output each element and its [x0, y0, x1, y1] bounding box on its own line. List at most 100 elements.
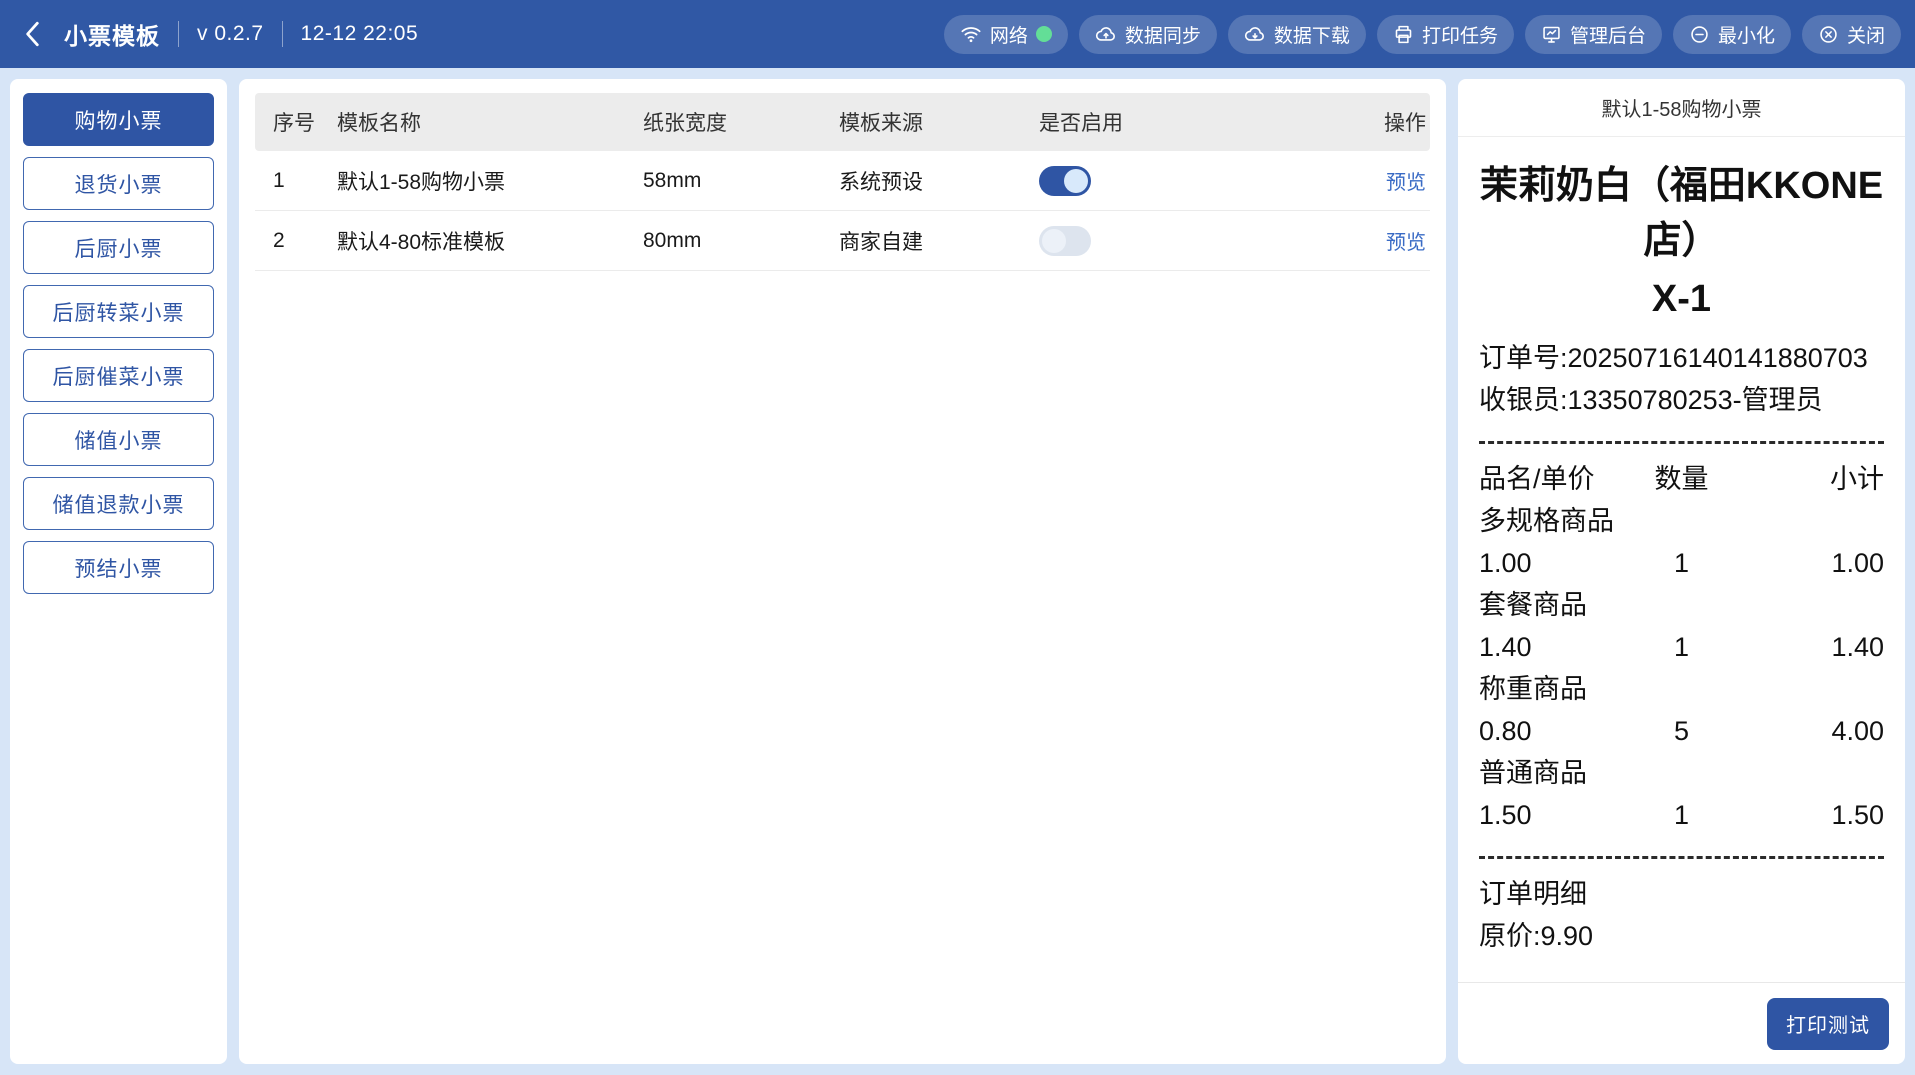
- receipt-item: 多规格商品 1.00 1 1.00: [1479, 500, 1884, 584]
- preview-footer: 打印测试: [1458, 982, 1905, 1064]
- minimize-button[interactable]: 最小化: [1673, 15, 1791, 54]
- template-name: 默认4-80标准模板: [319, 226, 625, 256]
- receipt-store-name: 茉莉奶白（福田KKONE店）: [1479, 159, 1884, 269]
- toggle-knob: [1064, 169, 1088, 193]
- chevron-left-icon: [20, 20, 46, 48]
- col-header-action: 操作: [1340, 107, 1430, 137]
- receipt-item-name: 普通商品: [1479, 752, 1884, 794]
- preview-link[interactable]: 预览: [1386, 232, 1426, 254]
- network-label: 网络: [990, 21, 1028, 48]
- receipt-item: 称重商品 0.80 5 4.00: [1479, 668, 1884, 752]
- paper-width: 80mm: [625, 229, 821, 253]
- receipt-item-qty: 1: [1642, 542, 1722, 584]
- sidebar-item-label: 退货小票: [75, 169, 163, 199]
- wifi-icon: [960, 24, 982, 44]
- receipt-order-no: 订单号:20250716140141880703: [1479, 337, 1884, 379]
- sidebar-item-label: 后厨小票: [75, 233, 163, 263]
- cloud-download-icon: [1244, 24, 1266, 44]
- sidebar-item-label: 预结小票: [75, 553, 163, 583]
- receipt-item: 普通商品 1.50 1 1.50: [1479, 752, 1884, 836]
- template-source: 系统预设: [821, 166, 1021, 196]
- col-header-index: 序号: [255, 107, 319, 137]
- sidebar-item-shopping-receipt[interactable]: 购物小票: [23, 93, 214, 146]
- col-header-name: 模板名称: [319, 107, 625, 137]
- col-header-paper-width: 纸张宽度: [625, 107, 821, 137]
- datetime: 12-12 22:05: [301, 22, 419, 46]
- print-tasks-label: 打印任务: [1422, 21, 1498, 48]
- receipt-item-qty: 1: [1642, 794, 1722, 836]
- sidebar-item-kitchen-rush-receipt[interactable]: 后厨催菜小票: [23, 349, 214, 402]
- close-button[interactable]: 关闭: [1802, 15, 1901, 54]
- row-index: 1: [255, 169, 319, 193]
- sidebar-item-kitchen-transfer-receipt[interactable]: 后厨转菜小票: [23, 285, 214, 338]
- receipt-col-subtotal: 小计: [1722, 458, 1885, 500]
- sidebar: 购物小票 退货小票 后厨小票 后厨转菜小票 后厨催菜小票 储值小票 储值退款小票…: [10, 79, 227, 1064]
- sidebar-item-kitchen-receipt[interactable]: 后厨小票: [23, 221, 214, 274]
- admin-backend-label: 管理后台: [1570, 21, 1646, 48]
- sidebar-item-label: 后厨转菜小票: [53, 297, 185, 327]
- content-area: 购物小票 退货小票 后厨小票 后厨转菜小票 后厨催菜小票 储值小票 储值退款小票…: [0, 68, 1915, 1075]
- receipt-item-qty: 1: [1642, 626, 1722, 668]
- close-label: 关闭: [1847, 21, 1885, 48]
- receipt-item-subtotal: 1.40: [1722, 626, 1885, 668]
- table-header: 序号 模板名称 纸张宽度 模板来源 是否启用 操作: [255, 93, 1430, 151]
- dashed-divider: [1479, 441, 1884, 444]
- receipt-item-name: 称重商品: [1479, 668, 1884, 710]
- enable-toggle[interactable]: [1039, 226, 1091, 256]
- divider: [282, 21, 283, 47]
- cloud-sync-icon: [1095, 24, 1117, 44]
- template-source: 商家自建: [821, 226, 1021, 256]
- row-index: 2: [255, 229, 319, 253]
- data-sync-button[interactable]: 数据同步: [1079, 15, 1217, 54]
- receipt-item-subtotal: 1.00: [1722, 542, 1885, 584]
- receipt-preview-panel: 默认1-58购物小票 茉莉奶白（福田KKONE店） X-1 订单号:202507…: [1458, 79, 1905, 1064]
- template-table-panel: 序号 模板名称 纸张宽度 模板来源 是否启用 操作 1 默认1-58购物小票 5…: [239, 79, 1446, 1064]
- receipt-item-name: 套餐商品: [1479, 584, 1884, 626]
- topbar: 小票模板 v 0.2.7 12-12 22:05 网络 数据同步: [0, 0, 1915, 68]
- print-tasks-button[interactable]: 打印任务: [1377, 15, 1514, 54]
- print-test-button[interactable]: 打印测试: [1767, 998, 1889, 1050]
- close-circle-icon: [1818, 24, 1839, 45]
- receipt-terminal: X-1: [1479, 269, 1884, 329]
- receipt-item-name: 多规格商品: [1479, 500, 1884, 542]
- printer-icon: [1393, 24, 1414, 45]
- data-download-button[interactable]: 数据下载: [1228, 15, 1366, 54]
- table-row: 2 默认4-80标准模板 80mm 商家自建 预览: [255, 211, 1430, 271]
- receipt-item-price: 0.80: [1479, 710, 1642, 752]
- col-header-enabled: 是否启用: [1021, 107, 1340, 137]
- receipt-item: 套餐商品 1.40 1 1.40: [1479, 584, 1884, 668]
- receipt-col-qty: 数量: [1642, 458, 1722, 500]
- sidebar-item-stored-value-refund-receipt[interactable]: 储值退款小票: [23, 477, 214, 530]
- receipt-item-qty: 5: [1642, 710, 1722, 752]
- receipt-item-price: 1.40: [1479, 626, 1642, 668]
- app-version: v 0.2.7: [197, 22, 264, 46]
- toggle-knob: [1042, 229, 1066, 253]
- admin-backend-button[interactable]: 管理后台: [1525, 15, 1662, 54]
- network-button[interactable]: 网络: [944, 15, 1068, 54]
- paper-width: 58mm: [625, 169, 821, 193]
- sidebar-item-pre-settlement-receipt[interactable]: 预结小票: [23, 541, 214, 594]
- col-header-source: 模板来源: [821, 107, 1021, 137]
- receipt-columns: 品名/单价 数量 小计: [1479, 458, 1884, 500]
- template-name: 默认1-58购物小票: [319, 166, 625, 196]
- minus-circle-icon: [1689, 24, 1710, 45]
- back-button[interactable]: [20, 20, 46, 48]
- receipt-item-subtotal: 1.50: [1722, 794, 1885, 836]
- monitor-icon: [1541, 24, 1562, 45]
- sidebar-item-label: 储值退款小票: [53, 489, 185, 519]
- minimize-label: 最小化: [1718, 21, 1775, 48]
- sidebar-item-label: 储值小票: [75, 425, 163, 455]
- table-row: 1 默认1-58购物小票 58mm 系统预设 预览: [255, 151, 1430, 211]
- receipt-detail-label: 订单明细: [1479, 873, 1884, 915]
- receipt-item-subtotal: 4.00: [1722, 710, 1885, 752]
- divider: [178, 21, 179, 47]
- receipt-body: 茉莉奶白（福田KKONE店） X-1 订单号:20250716140141880…: [1458, 137, 1905, 982]
- data-sync-label: 数据同步: [1125, 21, 1201, 48]
- sidebar-item-stored-value-receipt[interactable]: 储值小票: [23, 413, 214, 466]
- page-title: 小票模板: [64, 17, 160, 51]
- receipt-item-price: 1.00: [1479, 542, 1642, 584]
- preview-title: 默认1-58购物小票: [1458, 79, 1905, 137]
- preview-link[interactable]: 预览: [1386, 172, 1426, 194]
- enable-toggle[interactable]: [1039, 166, 1091, 196]
- sidebar-item-return-receipt[interactable]: 退货小票: [23, 157, 214, 210]
